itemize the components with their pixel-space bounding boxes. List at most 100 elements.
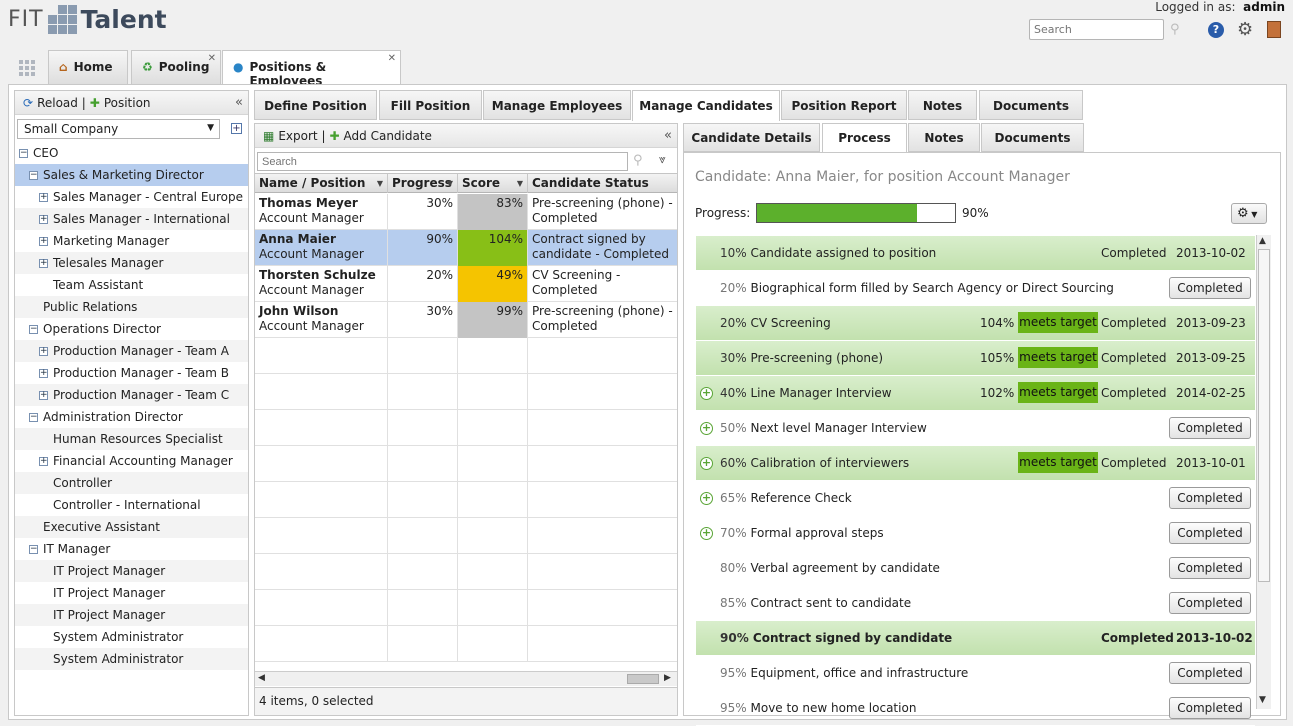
collapse-node-icon[interactable]: − [29, 413, 38, 422]
expand-node-icon[interactable]: + [39, 193, 48, 202]
column-candidate-status[interactable]: Candidate Status [528, 174, 677, 193]
scroll-thumb[interactable] [627, 674, 659, 684]
tab-documents[interactable]: Documents [979, 90, 1083, 120]
tree-item-it-project-manager[interactable]: IT Project Manager [15, 604, 248, 626]
tab-pooling[interactable]: ♻ Pooling ✕ [131, 50, 221, 84]
detail-tab-notes[interactable]: Notes [908, 123, 980, 152]
detail-tab-candidate-details[interactable]: Candidate Details [683, 123, 820, 152]
table-row[interactable]: John Wilson Account Manager 30% 99% Pre-scre… [255, 302, 677, 338]
tab-define-position[interactable]: Define Position [254, 90, 377, 120]
tree-item-financial-accounting-manager[interactable]: + Financial Accounting Manager [15, 450, 248, 472]
tree-item-sales-marketing-director[interactable]: − Sales & Marketing Director [15, 164, 248, 186]
mark-completed-button[interactable]: Completed [1169, 522, 1251, 544]
app-logo: FIT Talent [8, 2, 167, 36]
tree-item-system-administrator[interactable]: System Administrator [15, 648, 248, 670]
collapse-node-icon[interactable]: − [29, 171, 38, 180]
tree-item-it-manager[interactable]: − IT Manager [15, 538, 248, 560]
close-icon[interactable]: ✕ [208, 53, 216, 64]
tree-item-team-assistant[interactable]: Team Assistant [15, 274, 248, 296]
table-row[interactable]: Thorsten Schulze Account Manager 20% 49% CV … [255, 266, 677, 302]
table-row[interactable]: Anna Maier Account Manager 90% 104% Contract… [255, 230, 677, 266]
tree-item-marketing-manager[interactable]: + Marketing Manager [15, 230, 248, 252]
tab-home[interactable]: ⌂ Home [48, 50, 128, 84]
tree-item-production-manager-team-a[interactable]: + Production Manager - Team A [15, 340, 248, 362]
add-step-icon[interactable]: + [700, 422, 713, 435]
progress-fill [757, 204, 918, 222]
mark-completed-button[interactable]: Completed [1169, 277, 1251, 299]
table-row[interactable]: Thomas Meyer Account Manager 30% 83% Pre-scr… [255, 194, 677, 230]
tab-notes[interactable]: Notes [908, 90, 977, 120]
column-score[interactable]: Score ▼ [458, 174, 528, 193]
mark-completed-button[interactable]: Completed [1169, 592, 1251, 614]
global-search-input[interactable] [1029, 19, 1164, 40]
tree-item-production-manager-team-c[interactable]: + Production Manager - Team C [15, 384, 248, 406]
add-step-icon[interactable]: + [700, 457, 713, 470]
add-position-button[interactable]: Position [104, 96, 151, 110]
collapse-node-icon[interactable]: − [19, 149, 28, 158]
tree-item-administration-director[interactable]: − Administration Director [15, 406, 248, 428]
detail-tab-process[interactable]: Process [822, 123, 907, 153]
company-select[interactable]: Small Company ▼ [17, 119, 220, 139]
tree-item-it-project-manager[interactable]: IT Project Manager [15, 582, 248, 604]
mark-completed-button[interactable]: Completed [1169, 662, 1251, 684]
tree-item-executive-assistant[interactable]: Executive Assistant [15, 516, 248, 538]
tab-positions-employees[interactable]: ● Positions & Employees ✕ [222, 50, 401, 88]
tab-manage-employees[interactable]: Manage Employees [483, 90, 631, 120]
expand-node-icon[interactable]: + [39, 215, 48, 224]
tree-item-sales-manager-international[interactable]: + Sales Manager - International [15, 208, 248, 230]
expand-node-icon[interactable]: + [39, 457, 48, 466]
tab-fill-position[interactable]: Fill Position [379, 90, 482, 120]
column-progress[interactable]: Progress ▼ [388, 174, 458, 193]
expand-node-icon[interactable]: + [39, 369, 48, 378]
mark-completed-button[interactable]: Completed [1169, 697, 1251, 719]
step-text: 20% Biographical form filled by Search A… [720, 281, 1114, 295]
help-icon[interactable]: ? [1208, 22, 1224, 38]
mark-completed-button[interactable]: Completed [1169, 487, 1251, 509]
tab-manage-candidates[interactable]: Manage Candidates [632, 90, 780, 121]
collapse-node-icon[interactable]: − [29, 325, 38, 334]
expand-node-icon[interactable]: + [39, 237, 48, 246]
tab-position-report[interactable]: Position Report [781, 90, 907, 120]
add-step-icon[interactable]: + [700, 527, 713, 540]
tree-item-public-relations[interactable]: Public Relations [15, 296, 248, 318]
add-step-icon[interactable]: + [700, 387, 713, 400]
expand-node-icon[interactable]: + [39, 347, 48, 356]
tree-item-system-administrator[interactable]: System Administrator [15, 626, 248, 648]
reload-button[interactable]: Reload | [37, 96, 86, 110]
tree-item-controller-international[interactable]: Controller - International [15, 494, 248, 516]
reload-icon[interactable]: ⟳ [23, 96, 33, 110]
column-name-position[interactable]: Name / Position ▼ [255, 174, 388, 193]
expand-node-icon[interactable]: + [39, 259, 48, 268]
settings-gear-icon[interactable]: ⚙ [1237, 19, 1253, 40]
tree-item-controller[interactable]: Controller [15, 472, 248, 494]
tree-item-sales-manager-central-europe[interactable]: + Sales Manager - Central Europe [15, 186, 248, 208]
scroll-thumb[interactable] [1258, 249, 1270, 582]
mark-completed-button[interactable]: Completed [1169, 417, 1251, 439]
add-step-icon[interactable]: + [700, 492, 713, 505]
add-candidate-button[interactable]: Add Candidate [344, 129, 432, 143]
search-icon[interactable]: ⚲ [1170, 22, 1180, 37]
collapse-icon[interactable]: « [664, 128, 672, 143]
tree-item-human-resources-specialist[interactable]: Human Resources Specialist [15, 428, 248, 450]
candidate-search-input[interactable] [257, 152, 628, 171]
vertical-scrollbar[interactable]: ▲ ▼ [1256, 235, 1271, 709]
detail-tab-documents[interactable]: Documents [981, 123, 1084, 152]
logout-door-icon[interactable] [1267, 21, 1281, 38]
search-icon[interactable]: ⚲ [633, 153, 643, 168]
collapse-icon[interactable]: « [235, 95, 243, 110]
tree-item-it-project-manager[interactable]: IT Project Manager [15, 560, 248, 582]
process-settings-gear-icon[interactable]: ⚙ ▼ [1231, 203, 1267, 224]
mark-completed-button[interactable]: Completed [1169, 557, 1251, 579]
close-icon[interactable]: ✕ [388, 53, 396, 64]
export-button[interactable]: Export | [278, 129, 325, 143]
tree-item-telesales-manager[interactable]: + Telesales Manager [15, 252, 248, 274]
tree-item-production-manager-team-b[interactable]: + Production Manager - Team B [15, 362, 248, 384]
filter-chevron-icon[interactable]: ⩔ [659, 152, 666, 167]
tree-item-operations-director[interactable]: − Operations Director [15, 318, 248, 340]
tree-item-ceo[interactable]: − CEO [15, 142, 248, 164]
expand-node-icon[interactable]: + [39, 391, 48, 400]
app-grid-icon[interactable] [19, 60, 35, 76]
horizontal-scrollbar[interactable]: ◀ ▶ [255, 671, 677, 686]
expand-all-icon[interactable]: + [231, 123, 242, 134]
collapse-node-icon[interactable]: − [29, 545, 38, 554]
